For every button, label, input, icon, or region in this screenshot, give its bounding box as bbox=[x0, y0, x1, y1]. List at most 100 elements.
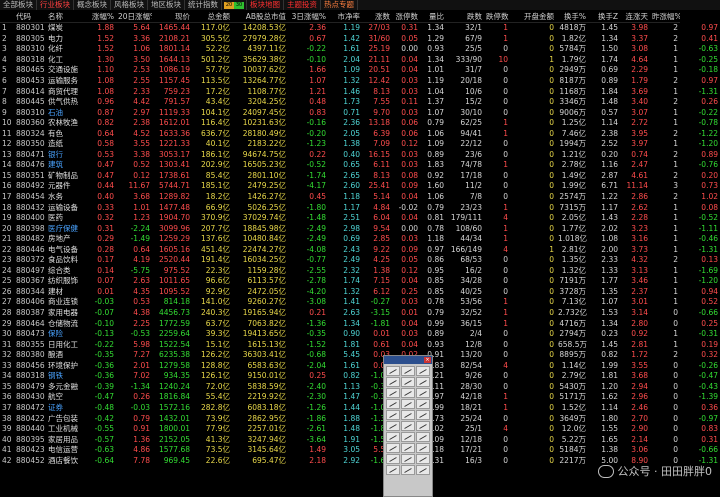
table-row[interactable]: 18 880432 运输设备 0.33 1.01 1477.48 66.9亿 5026.25亿… bbox=[0, 202, 720, 213]
table-row[interactable]: 25 880367 纺织服饰 0.07 2.63 1011.65 96.6亿 6113.57亿… bbox=[0, 276, 720, 287]
drawing-tool-icon[interactable] bbox=[401, 388, 415, 398]
tab-2[interactable]: 概念板块 bbox=[74, 0, 111, 10]
column-header[interactable] bbox=[0, 10, 14, 23]
column-header[interactable]: 代码 bbox=[14, 10, 46, 23]
table-row[interactable]: 1 880301 煤炭 1.88 5.64 1465.44 117.0亿 14208.53亿 2… bbox=[0, 23, 720, 34]
drawing-tool-icon[interactable] bbox=[386, 443, 400, 453]
drawing-tool-icon[interactable] bbox=[416, 388, 430, 398]
table-row[interactable]: 6 880453 运输服务 1.08 2.55 1157.45 113.5亿 13264.77… bbox=[0, 76, 720, 87]
tab-0[interactable]: 全部板块 bbox=[0, 0, 37, 10]
table-row[interactable]: 3 880310 化纤 1.52 1.06 1801.14 52.2亿 4397.11亿 -0.… bbox=[0, 44, 720, 55]
drawing-tool-icon[interactable] bbox=[386, 399, 400, 409]
table-row[interactable]: 29 880464 仓储物流 -0.10 2.25 1772.59 63.7亿 7063.82… bbox=[0, 318, 720, 329]
table-row[interactable]: 26 880344 建材 0.01 4.35 1095.52 92.9亿 2472.05亿 -4… bbox=[0, 287, 720, 298]
extra-tab-1[interactable]: 主题投资 bbox=[284, 0, 321, 10]
table-row[interactable]: 31 880355 日用化工 -0.22 5.98 1522.54 15.1亿 1615.13… bbox=[0, 339, 720, 350]
column-header[interactable]: 跌停数 bbox=[484, 10, 510, 23]
column-header[interactable]: AB股总市值 bbox=[232, 10, 288, 23]
drawing-tool-icon[interactable] bbox=[416, 454, 430, 464]
drawing-tool-icon[interactable] bbox=[386, 410, 400, 420]
drawing-tools-titlebar[interactable]: × bbox=[384, 356, 432, 364]
drawing-tool-icon[interactable] bbox=[401, 465, 415, 475]
table-row[interactable]: 23 880372 食品饮料 0.17 4.19 2520.44 191.4亿 16034.2… bbox=[0, 255, 720, 266]
column-header[interactable]: 换手Z bbox=[588, 10, 620, 23]
drawing-tool-icon[interactable] bbox=[386, 366, 400, 376]
table-row[interactable]: 19 880400 医药 0.32 1.23 1904.70 370.9亿 37029.74亿… bbox=[0, 213, 720, 224]
drawing-tool-icon[interactable] bbox=[401, 399, 415, 409]
table-row[interactable]: 35 880479 多元金融 -0.39 -1.34 1240.24 72.0亿 5838.5… bbox=[0, 382, 720, 393]
drawing-tool-icon[interactable] bbox=[386, 432, 400, 442]
tab-4[interactable]: 地区板块 bbox=[148, 0, 185, 10]
column-header[interactable]: 名称 bbox=[46, 10, 88, 23]
drawing-tool-icon[interactable] bbox=[401, 432, 415, 442]
table-row[interactable]: 24 880497 综合类 0.14 -5.75 975.52 22.3亿 1159.28亿 -… bbox=[0, 266, 720, 277]
drawing-tool-icon[interactable] bbox=[386, 454, 400, 464]
tab-1[interactable]: 行业板块 bbox=[37, 0, 74, 10]
table-row[interactable]: 34 880318 钢铁 -0.36 7.02 934.35 126.1亿 9150.01亿 0… bbox=[0, 371, 720, 382]
column-header[interactable]: 市净率 bbox=[328, 10, 362, 23]
table-row[interactable]: 15 880351 矿物制品 0.47 0.12 1738.61 85.4亿 2801.10亿… bbox=[0, 171, 720, 182]
column-header[interactable]: 20日涨幅% bbox=[116, 10, 152, 23]
table-row[interactable]: 4 880318 化工 1.30 3.50 1644.13 501.2亿 35629.38亿 -… bbox=[0, 55, 720, 66]
table-row[interactable]: 28 880387 家用电器 -0.07 4.38 4456.73 240.3亿 19165.… bbox=[0, 308, 720, 319]
table-row[interactable]: 16 880492 元器件 0.44 11.67 5744.71 185.1亿 2479.25… bbox=[0, 181, 720, 192]
table-row[interactable]: 5 880465 交通设施 1.10 2.53 1086.19 57.7亿 10037.62亿… bbox=[0, 65, 720, 76]
drawing-tool-icon[interactable] bbox=[416, 443, 430, 453]
table-row[interactable]: 8 880445 供气供热 0.96 4.42 791.57 43.4亿 3204.25亿 0.… bbox=[0, 97, 720, 108]
column-header[interactable]: 昨涨幅% bbox=[650, 10, 680, 23]
table-row[interactable]: 22 880446 电气设备 0.28 0.64 1605.16 451.4亿 22474.2… bbox=[0, 244, 720, 255]
column-header[interactable]: 跌数 bbox=[446, 10, 484, 23]
column-header[interactable]: 涨数 bbox=[362, 10, 392, 23]
column-header[interactable]: 涨停数 bbox=[392, 10, 420, 23]
column-header[interactable]: 总金额 bbox=[192, 10, 232, 23]
drawing-tool-icon[interactable] bbox=[386, 388, 400, 398]
table-row[interactable]: 32 880380 酿酒 -0.35 7.27 6235.38 126.2亿 36303.41… bbox=[0, 350, 720, 361]
table-row[interactable]: 13 880471 银行 0.53 3.38 3053.17 186.1亿 94674.75亿… bbox=[0, 150, 720, 161]
table-row[interactable]: 37 880472 证券 -0.48 -0.03 1572.16 282.8亿 6083.18… bbox=[0, 403, 720, 414]
table-row[interactable]: 20 880398 医疗保健 0.31 -2.24 3099.96 207.7亿 18845.… bbox=[0, 223, 720, 234]
drawing-tool-icon[interactable] bbox=[401, 410, 415, 420]
table-row[interactable]: 11 880324 有色 0.64 4.52 1633.36 636.7亿 28180.49亿… bbox=[0, 128, 720, 139]
table-row[interactable]: 12 880350 造纸 0.58 3.55 1221.33 40.1亿 2183.22亿 -1… bbox=[0, 139, 720, 150]
tab-5[interactable]: 统计指数 bbox=[185, 0, 222, 10]
drawing-tool-icon[interactable] bbox=[386, 465, 400, 475]
drawing-tool-icon[interactable] bbox=[386, 377, 400, 387]
column-header[interactable]: 涨幅% bbox=[88, 10, 116, 23]
column-header[interactable]: 量比 bbox=[420, 10, 446, 23]
extra-tab-0[interactable]: 板块地图 bbox=[247, 0, 284, 10]
extra-tab-2[interactable]: 热点专题 bbox=[321, 0, 358, 10]
table-row[interactable]: 39 880440 工业机械 -0.55 0.91 1800.01 77.9亿 2257.01… bbox=[0, 424, 720, 435]
drawing-tool-icon[interactable] bbox=[416, 377, 430, 387]
table-row[interactable]: 38 880422 广告包装 -0.42 0.79 1432.01 73.9亿 2862.95… bbox=[0, 413, 720, 424]
table-row[interactable]: 27 880406 商业连锁 -0.03 0.53 814.18 141.0亿 9260.27… bbox=[0, 297, 720, 308]
table-row[interactable]: 41 880423 电信运营 -0.63 4.86 1577.68 73.5亿 3145.64… bbox=[0, 445, 720, 456]
table-row[interactable]: 2 880305 电力 1.52 3.36 2108.21 305.5亿 27979.28亿 0… bbox=[0, 34, 720, 45]
column-header[interactable]: 连涨天 bbox=[620, 10, 650, 23]
table-row[interactable]: 10 880360 农林牧渔 0.82 2.38 1612.01 116.4亿 10231.6… bbox=[0, 118, 720, 129]
table-row[interactable]: 9 880310 石油 0.87 2.97 1119.33 104.1亿 24097.45亿 0… bbox=[0, 107, 720, 118]
column-header[interactable]: 开盘金额 bbox=[510, 10, 556, 23]
drawing-tool-icon[interactable] bbox=[416, 399, 430, 409]
drawing-tool-icon[interactable] bbox=[416, 465, 430, 475]
table-row[interactable]: 36 880430 航空 -0.47 0.26 1816.84 55.4亿 2219.92亿 -… bbox=[0, 392, 720, 403]
column-header[interactable]: 3日涨幅% bbox=[288, 10, 328, 23]
drawing-tool-icon[interactable] bbox=[416, 421, 430, 431]
tab-3[interactable]: 风格板块 bbox=[111, 0, 148, 10]
table-row[interactable]: 21 880482 房地产 0.29 -1.49 1259.29 137.6亿 10480.8… bbox=[0, 234, 720, 245]
table-row[interactable]: 40 880395 家居用品 -0.57 1.36 2152.05 41.3亿 3247.94… bbox=[0, 434, 720, 445]
drawing-tool-icon[interactable] bbox=[416, 432, 430, 442]
drawing-tool-icon[interactable] bbox=[416, 410, 430, 420]
table-row[interactable]: 14 880476 建筑 0.47 0.52 1303.41 202.9亿 16505.23亿… bbox=[0, 160, 720, 171]
drawing-tools-panel[interactable]: × bbox=[383, 355, 433, 497]
drawing-tool-icon[interactable] bbox=[401, 377, 415, 387]
table-row[interactable]: 33 880456 环境保护 -0.36 2.01 1279.58 128.8亿 6583.6… bbox=[0, 361, 720, 372]
table-row[interactable]: 7 880414 商贸代理 1.08 2.33 759.23 17.2亿 1108.77亿 1.… bbox=[0, 86, 720, 97]
table-row[interactable]: 17 880454 水务 0.40 3.68 1289.82 18.2亿 1426.27亿 0.… bbox=[0, 192, 720, 203]
drawing-tool-icon[interactable] bbox=[401, 421, 415, 431]
drawing-tool-icon[interactable] bbox=[401, 366, 415, 376]
drawing-tool-icon[interactable] bbox=[401, 454, 415, 464]
drawing-tool-icon[interactable] bbox=[401, 443, 415, 453]
table-row[interactable]: 30 880473 保险 -0.13 -0.53 2259.64 39.3亿 19413.65… bbox=[0, 329, 720, 340]
column-header[interactable]: 现价 bbox=[152, 10, 192, 23]
drawing-tool-icon[interactable] bbox=[386, 421, 400, 431]
